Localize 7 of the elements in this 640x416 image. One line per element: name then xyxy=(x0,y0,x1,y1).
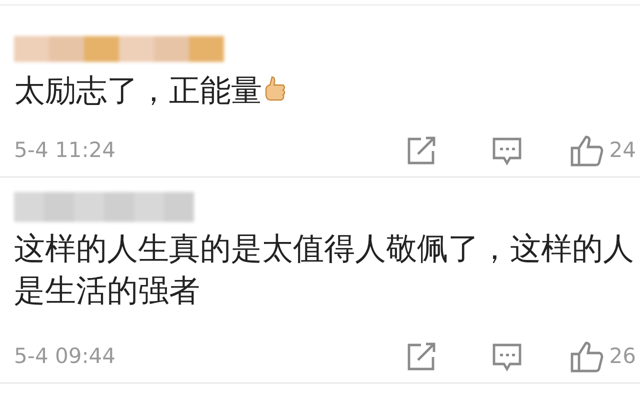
comment-time: 5-4 11:24 xyxy=(14,137,116,164)
like-button[interactable]: 26 xyxy=(569,340,636,374)
comment-text: 太励志了，正能量 xyxy=(14,73,262,109)
comment-time: 5-4 09:44 xyxy=(14,343,116,370)
comment-text: 这样的人生真的是太值得人敬佩了，这样的人是生活的强者 xyxy=(14,231,634,309)
like-button[interactable]: 24 xyxy=(569,134,636,168)
thumbs-up-icon xyxy=(264,75,286,103)
